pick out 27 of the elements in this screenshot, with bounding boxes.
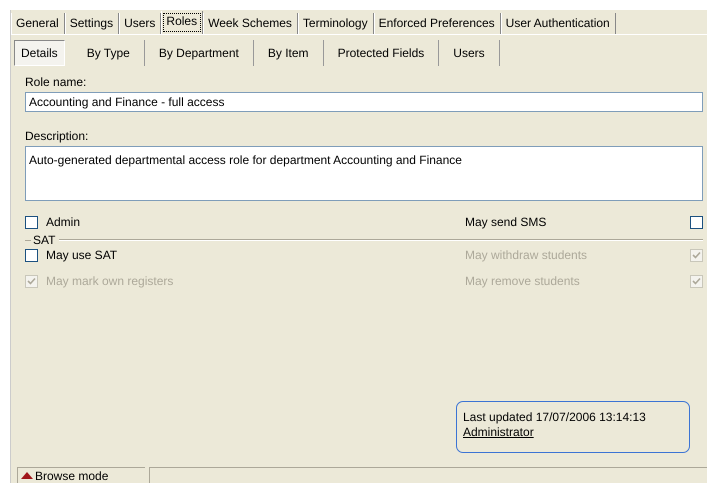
tab[interactable]: User Authentication [500, 13, 616, 34]
subtab[interactable]: Details [14, 40, 65, 66]
field-label: Description: [25, 129, 90, 143]
user-link[interactable]: Administrator [463, 425, 534, 439]
checkbox-label: May use SAT [46, 248, 118, 262]
checkbox-label: May withdraw students [465, 248, 588, 262]
triangle-icon [21, 472, 33, 479]
role-name-field[interactable]: Accounting and Finance - full access [25, 92, 703, 112]
group-title: SAT [33, 233, 56, 247]
tab[interactable]: Roles [161, 11, 204, 34]
tab[interactable]: Settings [64, 13, 120, 34]
checkbox-label: May remove students [465, 274, 580, 288]
checkbox-label: May send SMS [465, 215, 546, 229]
tab[interactable]: Users [119, 13, 162, 34]
field-label: Role name: [25, 75, 88, 89]
last-updated-text: Last updated 17/07/2006 13:14:13 [463, 410, 647, 424]
checkbox[interactable] [25, 216, 38, 228]
status-text: Browse mode [35, 468, 108, 482]
checkbox[interactable] [25, 248, 38, 262]
description-field[interactable]: Auto-generated departmental access role for department Accounting and Finance [25, 146, 703, 201]
tab[interactable]: Terminology [298, 13, 374, 34]
checkbox-label: Admin [46, 215, 80, 229]
tab[interactable]: Enforced Preferences [374, 13, 501, 34]
tab[interactable]: General [11, 13, 65, 34]
checkbox[interactable] [690, 216, 703, 228]
tab[interactable]: Week Schemes [203, 13, 298, 34]
checkbox-label: May mark own registers [46, 274, 174, 288]
